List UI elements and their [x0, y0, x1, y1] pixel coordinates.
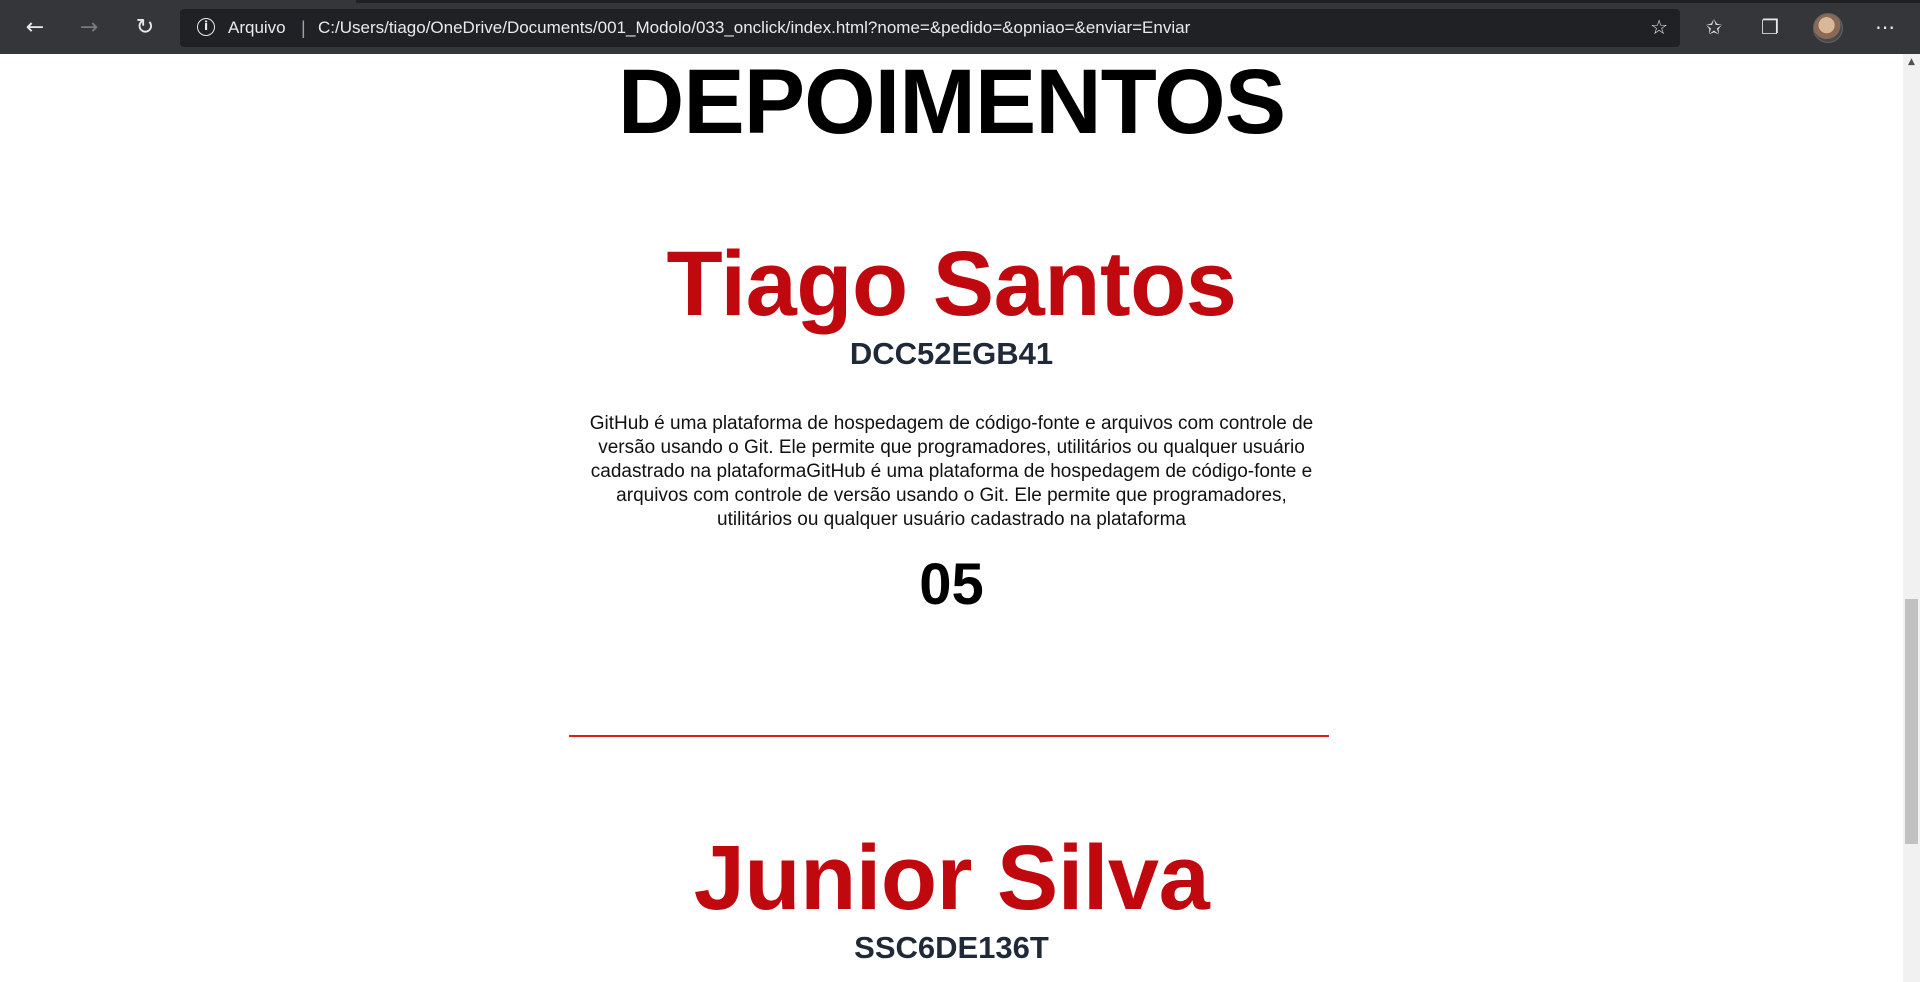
address-bar[interactable]: i Arquivo | C:/Users/tiago/OneDrive/Docu…: [180, 9, 1680, 47]
forward-button[interactable]: →: [72, 10, 106, 44]
favorites-icon[interactable]: ✩: [1699, 12, 1729, 42]
testimonial-name: Tiago Santos: [666, 233, 1237, 335]
url-text[interactable]: C:/Users/tiago/OneDrive/Documents/001_Mo…: [318, 18, 1190, 38]
vertical-scrollbar[interactable]: ▲: [1903, 54, 1920, 982]
scroll-up-icon[interactable]: ▲: [1903, 54, 1920, 71]
profile-avatar[interactable]: [1813, 13, 1843, 43]
active-tab-edge: [0, 0, 356, 3]
testimonial-code: SSC6DE136T: [854, 930, 1049, 965]
scrollbar-thumb[interactable]: [1905, 599, 1918, 844]
testimonial-text: GitHub é uma plataforma de hospedagem de…: [589, 413, 1314, 530]
testimonial-card: Junior Silva SSC6DE136T: [0, 828, 1903, 966]
testimonial-code: DCC52EGB41: [849, 336, 1054, 371]
reload-button[interactable]: ↻: [128, 10, 162, 44]
arrow-right-icon: →: [79, 14, 99, 40]
section-divider: [569, 735, 1329, 737]
browser-toolbar: ← → ↻ i Arquivo | C:/Users/tiago/OneDriv…: [0, 0, 1920, 54]
page-viewport: DEPOIMENTOS Tiago Santos DCC52EGB41 GitH…: [0, 54, 1903, 982]
site-info-icon[interactable]: i: [197, 18, 215, 36]
omnibox-separator: |: [301, 18, 306, 38]
arrow-left-icon: ←: [25, 14, 45, 40]
back-button[interactable]: ←: [18, 10, 52, 44]
more-menu-icon[interactable]: ⋯: [1870, 12, 1900, 42]
reload-icon: ↻: [135, 14, 155, 40]
favorite-star-icon[interactable]: ☆: [1650, 15, 1668, 39]
testimonial-name: Junior Silva: [693, 827, 1210, 929]
testimonial-rating: 05: [919, 552, 984, 617]
collections-icon[interactable]: ❐: [1755, 12, 1785, 42]
scheme-label: Arquivo: [228, 18, 286, 37]
page-title: DEPOIMENTOS: [617, 54, 1286, 153]
testimonial-card: Tiago Santos DCC52EGB41 GitHub é uma pla…: [0, 234, 1903, 620]
